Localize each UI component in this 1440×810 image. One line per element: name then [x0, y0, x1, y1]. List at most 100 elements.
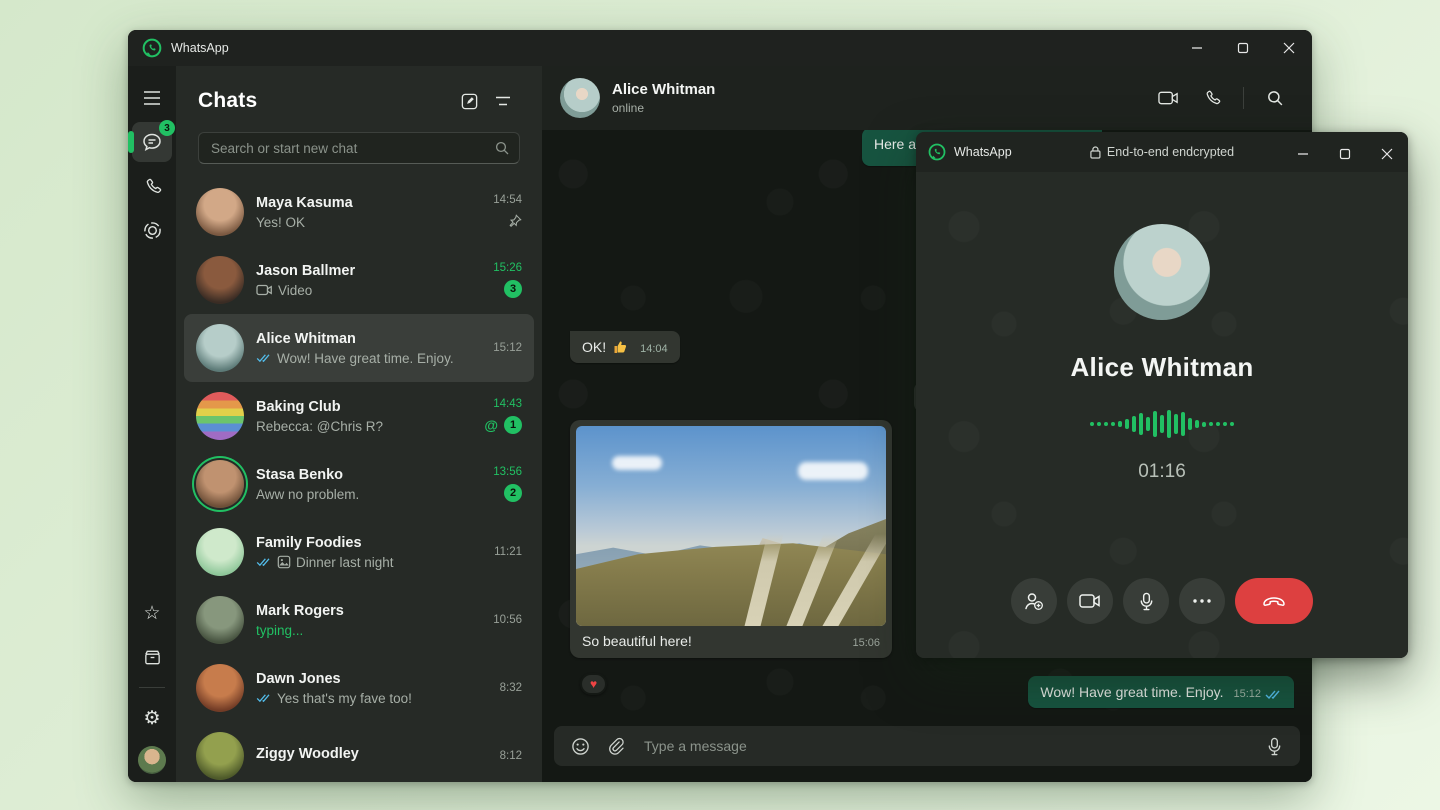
chat-avatar: [196, 596, 244, 644]
end-call-button[interactable]: [1235, 578, 1313, 624]
chat-list-item[interactable]: Family FoodiesDinner last night11:21: [184, 518, 534, 586]
video-call-button[interactable]: [1149, 81, 1187, 115]
microphone-icon: [1138, 592, 1155, 611]
desktop: WhatsApp 3: [0, 0, 1440, 810]
chat-last-message: Rebecca: @Chris R?: [256, 419, 472, 434]
waveform-bar: [1104, 422, 1108, 426]
archive-icon: [143, 648, 162, 667]
unread-badge: 3: [504, 280, 522, 298]
filter-chats-button[interactable]: [486, 86, 520, 116]
close-button[interactable]: [1366, 134, 1408, 174]
archived-chats-button[interactable]: [132, 637, 172, 677]
emoji-button[interactable]: [562, 729, 598, 763]
read-receipt-icon: [256, 353, 272, 363]
waveform-bar: [1209, 422, 1213, 426]
minimize-button[interactable]: [1174, 30, 1220, 66]
main-titlebar: WhatsApp: [128, 30, 1312, 66]
call-body: Alice Whitman 01:16: [916, 172, 1408, 658]
profile-avatar[interactable]: [138, 746, 166, 774]
maximize-button[interactable]: [1324, 134, 1366, 174]
chat-name: Ziggy Woodley: [256, 746, 488, 762]
video-icon: [256, 284, 273, 296]
search-input[interactable]: [209, 140, 495, 157]
toggle-mic-button[interactable]: [1123, 578, 1169, 624]
settings-button[interactable]: ⚙: [132, 698, 172, 738]
message-photo[interactable]: So beautiful here! 15:06: [570, 420, 892, 658]
chat-avatar: [196, 460, 244, 508]
chat-list-item[interactable]: Dawn JonesYes that's my fave too!8:32: [184, 654, 534, 722]
chat-list: Maya KasumaYes! OK14:54Jason BallmerVide…: [176, 172, 542, 782]
phone-icon: [1203, 89, 1221, 107]
chat-list-item[interactable]: Jason BallmerVideo15:263: [184, 246, 534, 314]
chats-icon: [142, 132, 162, 152]
contact-avatar[interactable]: [560, 78, 600, 118]
video-camera-icon: [1158, 90, 1179, 106]
nav-calls-button[interactable]: [132, 166, 172, 206]
chat-time: 14:54: [493, 194, 522, 206]
chat-last-message: Yes! OK: [256, 215, 481, 230]
waveform-bar: [1125, 419, 1129, 429]
chat-time: 8:12: [500, 750, 522, 762]
search-icon: [1267, 90, 1283, 106]
message-input[interactable]: [634, 738, 1256, 754]
encryption-text: End-to-end endcrypted: [1107, 145, 1234, 159]
read-receipt-icon: [1265, 689, 1282, 700]
pin-icon: [508, 214, 522, 228]
waveform-bar: [1118, 421, 1122, 427]
voice-call-button[interactable]: [1193, 81, 1231, 115]
audio-waveform: [1090, 409, 1234, 439]
message-outgoing-wow[interactable]: Wow! Have great time. Enjoy. 15:12: [1028, 676, 1294, 708]
voice-message-button[interactable]: [1256, 729, 1292, 763]
contact-info[interactable]: Alice Whitman online: [612, 81, 715, 115]
chat-list-item[interactable]: Ziggy Woodley 8:12: [184, 722, 534, 782]
photo-thumbnail[interactable]: [576, 426, 886, 626]
call-window-title: WhatsApp: [954, 145, 1012, 159]
chat-time: 10:56: [493, 614, 522, 626]
chat-list-item[interactable]: Baking ClubRebecca: @Chris R?14:43@1: [184, 382, 534, 450]
nav-chats-button[interactable]: 3: [132, 122, 172, 162]
waveform-bar: [1146, 417, 1150, 431]
read-receipt-icon: [256, 693, 272, 703]
waveform-bar: [1139, 413, 1143, 435]
heart-icon: ♥: [590, 677, 597, 691]
ellipsis-icon: [1193, 599, 1211, 603]
call-titlebar: WhatsApp End-to-end endcrypted: [916, 132, 1408, 172]
chat-time: 11:21: [494, 546, 522, 558]
chat-list-item[interactable]: Stasa BenkoAww no problem.13:562: [184, 450, 534, 518]
thumbs-up-emoji: [612, 339, 628, 355]
search-in-chat-button[interactable]: [1256, 81, 1294, 115]
starred-messages-button[interactable]: ☆: [132, 593, 172, 633]
chat-last-message: Aww no problem.: [256, 487, 481, 502]
chat-time: 8:32: [500, 682, 522, 694]
waveform-bar: [1174, 414, 1178, 434]
message-time: 14:04: [640, 343, 668, 355]
maximize-button[interactable]: [1220, 30, 1266, 66]
nav-status-button[interactable]: [132, 210, 172, 250]
chat-avatar: [196, 256, 244, 304]
microphone-icon: [1266, 737, 1283, 756]
minimize-button[interactable]: [1282, 134, 1324, 174]
hamburger-icon: [143, 91, 161, 105]
toggle-video-button[interactable]: [1067, 578, 1113, 624]
chat-name: Baking Club: [256, 399, 472, 415]
new-chat-button[interactable]: [452, 86, 486, 116]
cloud: [612, 456, 662, 470]
close-button[interactable]: [1266, 30, 1312, 66]
header-divider: [1243, 87, 1244, 109]
star-icon: ☆: [143, 604, 160, 623]
chat-list-item[interactable]: Mark Rogerstyping...10:56: [184, 586, 534, 654]
heart-reaction[interactable]: ♥: [580, 673, 607, 695]
waveform-bar: [1090, 422, 1094, 426]
more-options-button[interactable]: [1179, 578, 1225, 624]
chat-badges: 2: [504, 484, 522, 502]
menu-button[interactable]: [132, 78, 172, 118]
encryption-label: End-to-end endcrypted: [1090, 145, 1234, 159]
emoji-smiley-icon: [571, 737, 590, 756]
attach-button[interactable]: [598, 729, 634, 763]
chat-list-item[interactable]: Alice WhitmanWow! Have great time. Enjoy…: [184, 314, 534, 382]
message-incoming-ok[interactable]: OK! 14:04: [570, 331, 680, 363]
add-participant-button[interactable]: [1011, 578, 1057, 624]
chat-list-item[interactable]: Maya KasumaYes! OK14:54: [184, 178, 534, 246]
chats-panel: Chats Maya KasumaYes! OK14:54Jason Ballm…: [176, 66, 542, 782]
new-chat-icon: [460, 92, 479, 111]
